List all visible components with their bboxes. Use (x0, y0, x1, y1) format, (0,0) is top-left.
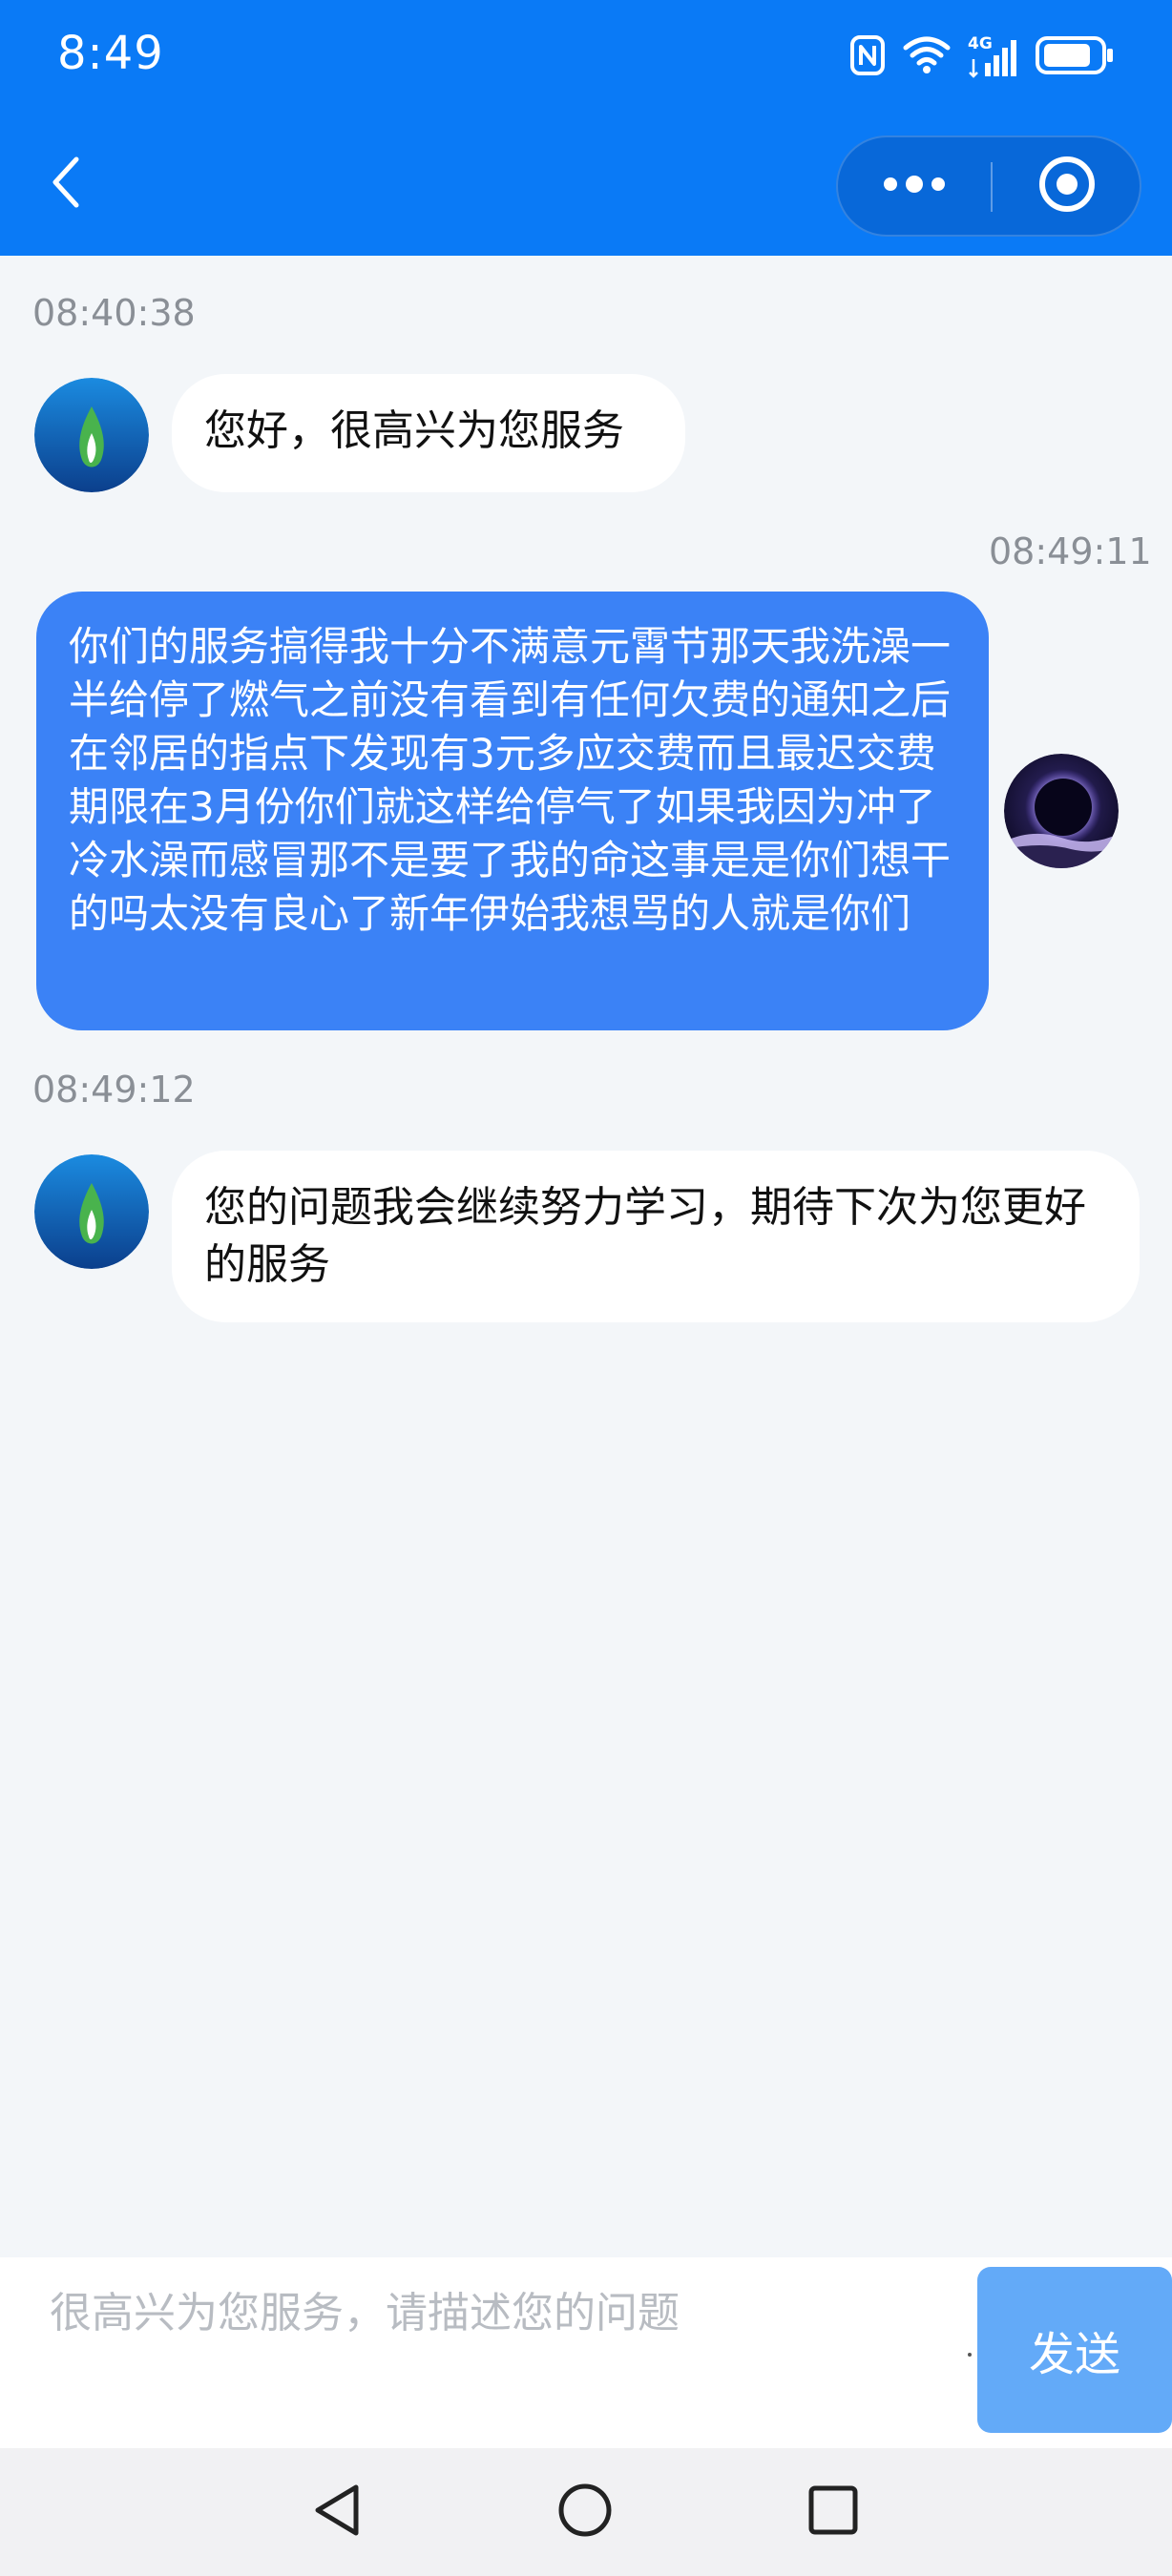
input-placeholder-text: 很高兴为您服务，请描述您的问题 (50, 2289, 680, 2337)
message-timestamp: 08:49:12 (32, 1069, 196, 1111)
user-message-bubble: 你们的服务搞得我十分不满意元霄节那天我洗澡一半给停了燃气之前没有看到有任何欠费的… (36, 592, 989, 1030)
nav-home-icon (556, 2482, 614, 2543)
gas-flame-logo-icon (34, 1154, 149, 1269)
nav-back-button[interactable] (294, 2469, 380, 2555)
nav-recents-button[interactable] (790, 2469, 876, 2555)
nav-home-button[interactable] (542, 2469, 628, 2555)
battery-icon (1035, 34, 1115, 80)
status-icons: 4G (849, 31, 1115, 84)
more-button[interactable] (838, 137, 991, 235)
message-text: 您的问题我会继续努力学习，期待下次为您更好的服务 (204, 1183, 1086, 1289)
target-circle-icon (1036, 154, 1098, 218)
message-input[interactable]: 很高兴为您服务，请描述您的问题 (50, 2278, 680, 2339)
status-time: 8:49 (57, 27, 164, 80)
signal-icon: 4G (968, 34, 1017, 78)
message-input-bar: 很高兴为您服务，请描述您的问题 发送 (0, 2257, 1172, 2448)
app-header: 8:49 4G (0, 0, 1172, 256)
eclipse-avatar-icon (1004, 754, 1119, 868)
nav-recents-icon (806, 2483, 860, 2541)
system-navigation-bar (0, 2448, 1172, 2576)
send-button[interactable]: 发送 (977, 2267, 1172, 2433)
input-cursor (968, 2353, 972, 2357)
message-text: 你们的服务搞得我十分不满意元霄节那天我洗澡一半给停了燃气之前没有看到有任何欠费的… (69, 623, 952, 937)
more-dots-icon (881, 175, 948, 197)
message-timestamp: 08:49:11 (989, 530, 1152, 572)
chevron-left-icon (48, 154, 82, 215)
close-miniprogram-button[interactable] (993, 137, 1141, 235)
message-text: 您好，很高兴为您服务 (204, 406, 624, 455)
miniprogram-capsule (836, 135, 1141, 237)
wifi-icon (903, 36, 951, 78)
message-timestamp: 08:40:38 (32, 292, 196, 334)
gas-flame-logo-icon (34, 378, 149, 492)
agent-message-bubble: 您的问题我会继续努力学习，期待下次为您更好的服务 (172, 1151, 1140, 1322)
nav-back-icon (310, 2482, 364, 2543)
nfc-icon (849, 34, 886, 80)
back-button[interactable] (38, 151, 92, 218)
agent-message-bubble: 您好，很高兴为您服务 (172, 374, 685, 492)
